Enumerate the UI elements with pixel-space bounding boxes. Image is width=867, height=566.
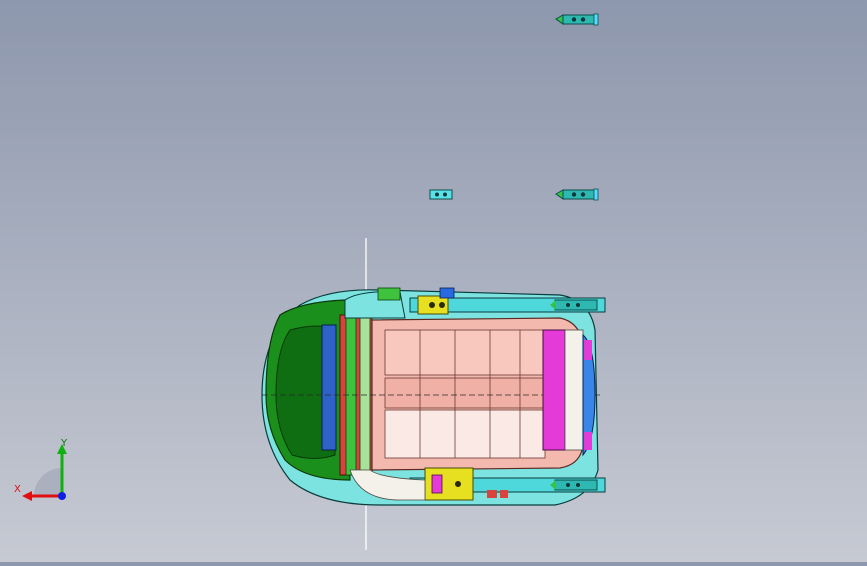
seat-front-magenta: [542, 329, 566, 451]
coordinate-triad: Y X: [14, 438, 76, 506]
fastener-clip-mid-right[interactable]: [555, 188, 599, 201]
triad-x-label: X: [14, 484, 21, 495]
fastener-clip-top[interactable]: [555, 13, 599, 26]
model-canvas[interactable]: [0, 0, 867, 562]
triad-y-label: Y: [61, 438, 68, 449]
seat-assembly[interactable]: [261, 287, 606, 506]
z-axis-dot: [58, 492, 66, 500]
fastener-clip-mid-left[interactable]: [429, 189, 453, 200]
cad-3d-viewport[interactable]: Y X: [0, 0, 867, 562]
